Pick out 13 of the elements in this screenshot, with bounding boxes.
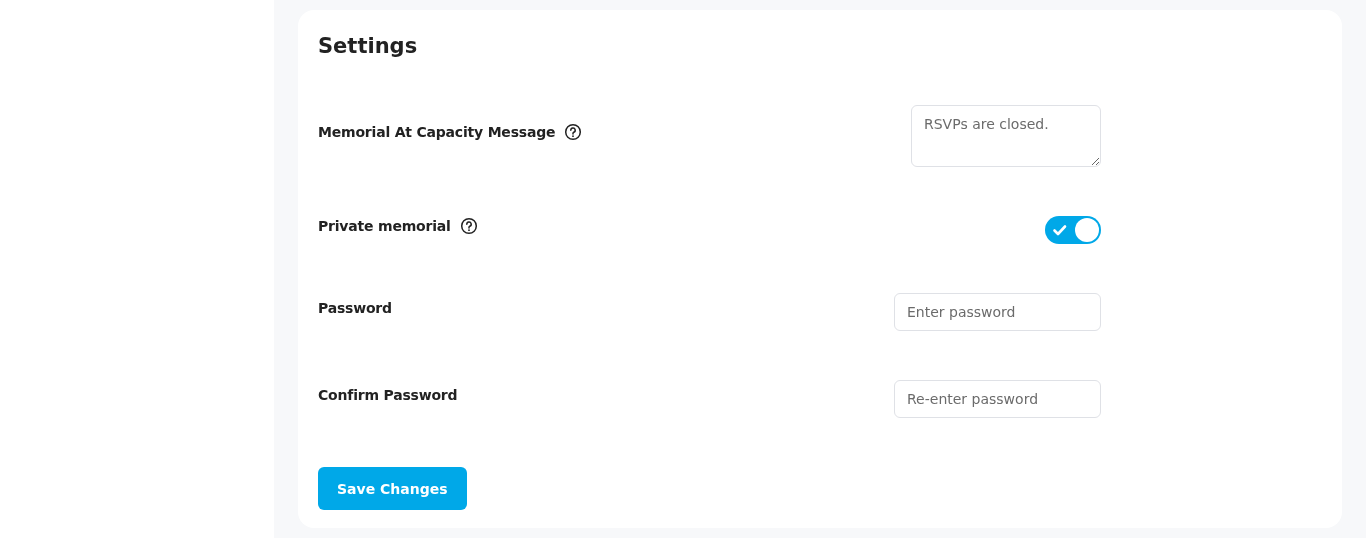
settings-title: Settings — [318, 34, 419, 58]
check-icon — [1052, 222, 1068, 238]
field-label: Confirm Password — [318, 387, 458, 403]
password-field[interactable]: Re-enter password — [894, 380, 1101, 418]
field-label: Private memorial — [318, 218, 451, 234]
field-label: Password — [318, 300, 392, 316]
private-toggle[interactable] — [1045, 216, 1101, 244]
message-field[interactable]: RSVPs are closed. — [911, 105, 1101, 167]
password-field[interactable]: Enter password — [894, 293, 1101, 331]
field-label: Memorial At Capacity Message — [318, 124, 556, 140]
save-button[interactable]: Save Changes — [318, 467, 467, 510]
help-icon[interactable] — [459, 217, 478, 235]
help-icon[interactable] — [564, 123, 583, 141]
